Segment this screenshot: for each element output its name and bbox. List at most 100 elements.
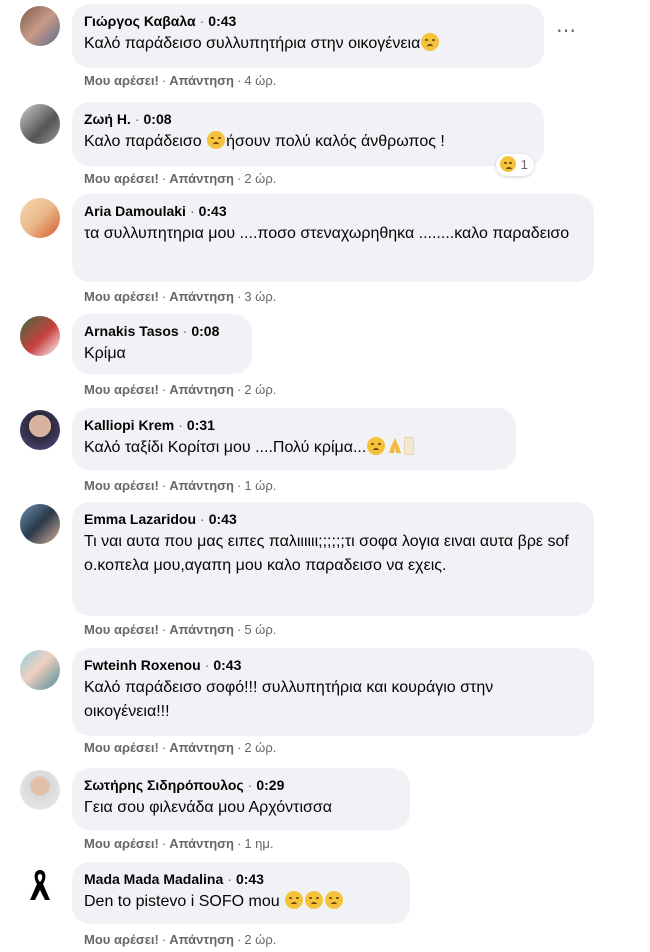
comment-timestamp[interactable]: 0:31 <box>187 417 215 433</box>
reply-button[interactable]: Απάντηση <box>169 622 234 637</box>
comment-text: Καλό παράδεισο σοφό!!! συλλυπητήρια και … <box>84 679 494 720</box>
more-options-icon[interactable]: ⋯ <box>556 21 577 41</box>
comment-age[interactable]: 2 ώρ. <box>244 382 276 397</box>
like-button[interactable]: Μου αρέσει! <box>84 478 159 493</box>
pensive-emoji-icon <box>421 33 440 51</box>
reply-button[interactable]: Απάντηση <box>169 289 234 304</box>
comment-bubble: Kalliopi Krem · 0:31 Καλό ταξίδι Κορίτσι μ… <box>72 408 516 470</box>
sad-emoji-icon <box>285 891 304 909</box>
sad-emoji-icon <box>207 131 226 149</box>
comment-author[interactable]: Γιώργος Καβαλα <box>84 13 196 29</box>
comment-actions: Μου αρέσει! · Απάντηση · 2 ώρ. <box>84 932 277 947</box>
comment-actions: Μου αρέσει! · Απάντηση · 1 ημ. <box>84 836 274 851</box>
pensive-emoji-icon <box>367 437 386 455</box>
like-button[interactable]: Μου αρέσει! <box>84 171 159 186</box>
avatar[interactable] <box>20 770 60 810</box>
like-button[interactable]: Μου αρέσει! <box>84 836 159 851</box>
comment-timestamp[interactable]: 0:08 <box>191 323 219 339</box>
comment-bubble: Arnakis Tasos · 0:08 Κρίμα <box>72 314 252 374</box>
comment-text: Κρίμα <box>84 345 126 362</box>
comment-age[interactable]: 5 ώρ. <box>244 622 276 637</box>
reply-button[interactable]: Απάντηση <box>169 740 234 755</box>
comment-timestamp[interactable]: 0:43 <box>208 13 236 29</box>
comment-timestamp[interactable]: 0:43 <box>209 511 237 527</box>
comment-timestamp[interactable]: 0:29 <box>256 777 284 793</box>
comment-author[interactable]: Arnakis Tasos <box>84 323 179 339</box>
comment-actions: Μου αρέσει! · Απάντηση · 4 ώρ. <box>84 73 277 88</box>
separator-dot: · <box>199 13 205 29</box>
sad-emoji-icon <box>325 891 344 909</box>
black-ribbon-icon <box>30 870 50 900</box>
avatar[interactable] <box>20 6 60 46</box>
avatar[interactable] <box>20 504 60 544</box>
reply-button[interactable]: Απάντηση <box>169 73 234 88</box>
comment-bubble: Σωτήρης Σιδηρόπουλος · 0:29 Γεια σου φιλεν… <box>72 768 410 830</box>
comment-author[interactable]: Fwteinh Roxenou <box>84 657 201 673</box>
reply-button[interactable]: Απάντηση <box>169 382 234 397</box>
comment-text: Καλο παράδεισο <box>84 133 202 150</box>
comment-age[interactable]: 1 ημ. <box>244 836 273 851</box>
reply-button[interactable]: Απάντηση <box>169 836 234 851</box>
separator-dot: · <box>189 203 195 219</box>
like-button[interactable]: Μου αρέσει! <box>84 289 159 304</box>
sad-emoji-icon <box>305 891 324 909</box>
comment-age[interactable]: 2 ώρ. <box>244 171 276 186</box>
reaction-badge[interactable]: 1 <box>496 154 534 176</box>
avatar[interactable] <box>20 316 60 356</box>
comment-bubble: Fwteinh Roxenou · 0:43 Καλό παράδεισο σοφό… <box>72 648 594 736</box>
comment-text: ήσουν πολύ καλός άνθρωπος ! <box>226 133 445 150</box>
comment-text: Den to pistevo i SOFO mou <box>84 893 280 910</box>
like-button[interactable]: Μου αρέσει! <box>84 73 159 88</box>
comment-bubble: Aria Damoulaki · 0:43 τα συλλυπητηρια μου … <box>72 194 594 282</box>
avatar[interactable] <box>20 198 60 238</box>
comment-text: Τι ναι αυτα που μας ειπες παλιιιιιι;;;;;… <box>84 533 569 574</box>
separator-dot: · <box>247 777 253 793</box>
comment-age[interactable]: 2 ώρ. <box>244 740 276 755</box>
comment-bubble: Γιώργος Καβαλα · 0:43 Καλό παράδεισο συλλυ… <box>72 4 544 68</box>
comment-actions: Μου αρέσει! · Απάντηση · 3 ώρ. <box>84 289 277 304</box>
sad-reaction-icon <box>500 156 516 172</box>
comment-actions: Μου αρέσει! · Απάντηση · 2 ώρ. <box>84 171 277 186</box>
separator-dot: · <box>134 111 140 127</box>
avatar[interactable] <box>20 650 60 690</box>
avatar[interactable] <box>20 410 60 450</box>
comment-author[interactable]: Mada Mada Madalina <box>84 871 223 887</box>
comment-text: Καλό ταξίδι Κορίτσι μου ....Πολύ κρίμα..… <box>84 439 367 456</box>
comment-actions: Μου αρέσει! · Απάντηση · 2 ώρ. <box>84 382 277 397</box>
comment-age[interactable]: 2 ώρ. <box>244 932 276 947</box>
comment-author[interactable]: Ζωή Η. <box>84 111 131 127</box>
separator-dot: · <box>182 323 188 339</box>
like-button[interactable]: Μου αρέσει! <box>84 382 159 397</box>
comment-age[interactable]: 1 ώρ. <box>244 478 276 493</box>
comment-bubble: Ζωή Η. · 0:08 Καλο παράδεισο ήσουν πολύ κα… <box>72 102 544 166</box>
comment-actions: Μου αρέσει! · Απάντηση · 2 ώρ. <box>84 740 277 755</box>
comment-age[interactable]: 4 ώρ. <box>244 73 276 88</box>
reaction-count: 1 <box>520 157 528 172</box>
comment-timestamp[interactable]: 0:08 <box>144 111 172 127</box>
like-button[interactable]: Μου αρέσει! <box>84 740 159 755</box>
reply-button[interactable]: Απάντηση <box>169 478 234 493</box>
folded-hands-icon <box>389 438 402 453</box>
separator-dot: · <box>200 511 205 527</box>
comment-timestamp[interactable]: 0:43 <box>199 203 227 219</box>
comment-actions: Μου αρέσει! · Απάντηση · 5 ώρ. <box>84 622 277 637</box>
comment-bubble: Mada Mada Madalina · 0:43 Den to pistevo i… <box>72 862 410 924</box>
comment-age[interactable]: 3 ώρ. <box>244 289 276 304</box>
comment-bubble: Emma Lazaridou · 0:43 Τι ναι αυτα που μας … <box>72 502 594 616</box>
separator-dot: · <box>178 417 183 433</box>
reply-button[interactable]: Απάντηση <box>169 932 234 947</box>
comment-text: Καλό παράδεισο συλλυπητήρια στην οικογέν… <box>84 35 421 52</box>
comment-author[interactable]: Σωτήρης Σιδηρόπουλος <box>84 777 244 793</box>
like-button[interactable]: Μου αρέσει! <box>84 932 159 947</box>
comment-actions: Μου αρέσει! · Απάντηση · 1 ώρ. <box>84 478 277 493</box>
avatar[interactable] <box>20 864 60 904</box>
avatar[interactable] <box>20 104 60 144</box>
comment-author[interactable]: Aria Damoulaki <box>84 203 186 219</box>
comment-timestamp[interactable]: 0:43 <box>236 871 264 887</box>
comment-author[interactable]: Kalliopi Krem <box>84 417 174 433</box>
candle-icon <box>404 437 415 455</box>
reply-button[interactable]: Απάντηση <box>169 171 234 186</box>
like-button[interactable]: Μου αρέσει! <box>84 622 159 637</box>
comment-author[interactable]: Emma Lazaridou <box>84 511 196 527</box>
comment-timestamp[interactable]: 0:43 <box>213 657 241 673</box>
